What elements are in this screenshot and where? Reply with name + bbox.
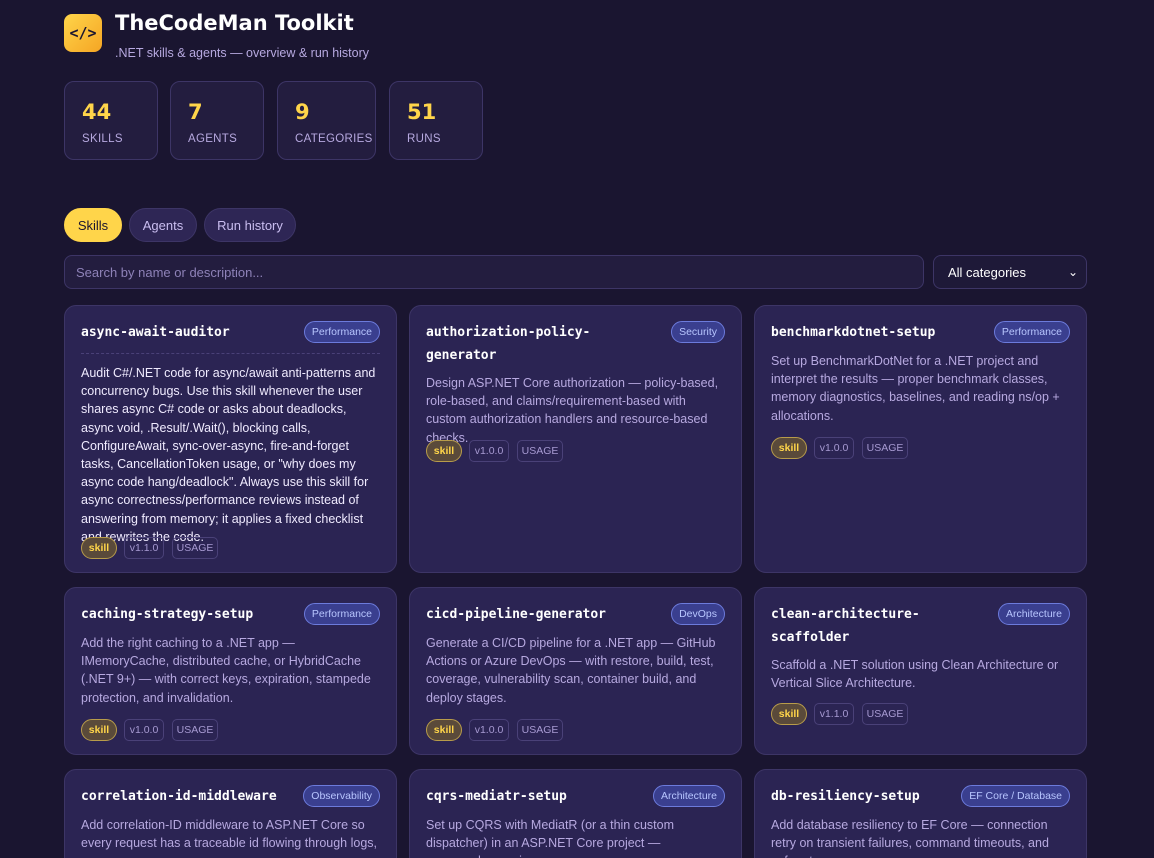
- chevron-down-icon: ⌄: [1067, 265, 1078, 279]
- stat-categories: 9 CATEGORIES: [277, 81, 376, 160]
- category-badge: Performance: [303, 321, 380, 343]
- stat-label: RUNS: [407, 133, 441, 145]
- category-badge: DevOps: [671, 603, 725, 625]
- skill-card[interactable]: clean-architecture-scaffolder Architectu…: [754, 587, 1087, 755]
- tab-run-history[interactable]: Run history: [204, 208, 296, 242]
- type-badge: skill: [426, 440, 462, 462]
- skill-card[interactable]: async-await-auditor Performance Audit C#…: [64, 305, 397, 573]
- version-badge: v1.0.0: [814, 437, 854, 459]
- category-badge: Performance: [303, 603, 380, 625]
- card-name: cicd-pipeline-generator: [426, 607, 607, 622]
- search-input[interactable]: [64, 255, 924, 289]
- stat-value: 51: [407, 100, 437, 124]
- stat-skills: 44 SKILLS: [64, 81, 158, 160]
- card-meta: skill v1.1.0 USAGE: [771, 703, 1071, 725]
- version-badge: v1.1.0: [124, 537, 164, 559]
- card-name: db-resiliency-setup: [771, 789, 920, 804]
- version-badge: v1.1.0: [814, 703, 854, 725]
- card-description: Scaffold a .NET solution using Clean Arc…: [771, 658, 1059, 691]
- stat-label: CATEGORIES: [295, 133, 373, 145]
- stat-value: 7: [188, 100, 203, 124]
- page-subtitle: .NET skills & agents — overview & run hi…: [115, 46, 370, 60]
- skill-card[interactable]: caching-strategy-setup Performance Add t…: [64, 587, 397, 755]
- card-name: benchmarkdotnet-setup: [771, 325, 936, 340]
- card-meta: skill v1.0.0 USAGE: [81, 719, 381, 741]
- card-description: Add correlation-ID middleware to ASP.NET…: [81, 818, 378, 851]
- category-select[interactable]: All categories ⌄: [933, 255, 1087, 289]
- card-description: Set up CQRS with MediatR (or a thin cust…: [426, 818, 675, 858]
- usage-link[interactable]: USAGE: [172, 537, 218, 559]
- category-badge: Architecture: [652, 785, 725, 807]
- card-name: async-await-auditor: [81, 325, 230, 340]
- card-description: Add database resiliency to EF Core — con…: [771, 818, 1049, 858]
- card-name: correlation-id-middleware: [81, 789, 277, 804]
- card-name: authorization-policy-generator: [426, 325, 591, 363]
- version-badge: v1.0.0: [469, 440, 509, 462]
- type-badge: skill: [81, 719, 117, 741]
- card-meta: skill v1.0.0 USAGE: [426, 719, 726, 741]
- category-badge: Architecture: [997, 603, 1070, 625]
- stat-agents: 7 AGENTS: [170, 81, 264, 160]
- skill-card[interactable]: cqrs-mediatr-setup Architecture Set up C…: [409, 769, 742, 858]
- category-select-value: All categories: [948, 264, 1027, 280]
- tab-agents[interactable]: Agents: [129, 208, 197, 242]
- usage-link[interactable]: USAGE: [517, 719, 563, 741]
- usage-link[interactable]: USAGE: [172, 719, 218, 741]
- card-name: clean-architecture-scaffolder: [771, 607, 920, 645]
- app-header: </> TheCodeMan Toolkit .NET skills & age…: [64, 11, 664, 64]
- usage-link[interactable]: USAGE: [862, 437, 908, 459]
- card-name: cqrs-mediatr-setup: [426, 789, 567, 804]
- stat-label: AGENTS: [188, 133, 238, 145]
- page-title: TheCodeMan Toolkit: [115, 11, 354, 35]
- type-badge: skill: [771, 703, 807, 725]
- version-badge: v1.0.0: [469, 719, 509, 741]
- stat-value: 9: [295, 100, 310, 124]
- type-badge: skill: [426, 719, 462, 741]
- card-description: Generate a CI/CD pipeline for a .NET app…: [426, 636, 716, 705]
- category-badge: EF Core / Database: [961, 785, 1070, 807]
- usage-link[interactable]: USAGE: [862, 703, 908, 725]
- card-description: Set up BenchmarkDotNet for a .NET projec…: [771, 354, 1060, 423]
- type-badge: skill: [81, 537, 117, 559]
- skill-card[interactable]: cicd-pipeline-generator DevOps Generate …: [409, 587, 742, 755]
- version-badge: v1.0.0: [124, 719, 164, 741]
- stat-value: 44: [82, 100, 112, 124]
- skill-card[interactable]: authorization-policy-generator Security …: [409, 305, 742, 573]
- stat-label: SKILLS: [82, 133, 123, 145]
- card-meta: skill v1.1.0 USAGE: [81, 537, 381, 559]
- category-badge: Security: [671, 321, 725, 343]
- card-name: caching-strategy-setup: [81, 607, 254, 622]
- stats-bar: 44 SKILLS 7 AGENTS 9 CATEGORIES 51 RUNS: [64, 81, 524, 161]
- category-badge: Performance: [993, 321, 1070, 343]
- skill-card[interactable]: benchmarkdotnet-setup Performance Set up…: [754, 305, 1087, 573]
- type-badge: skill: [771, 437, 807, 459]
- card-description: Design ASP.NET Core authorization — poli…: [426, 376, 719, 445]
- skill-card[interactable]: db-resiliency-setup EF Core / Database A…: [754, 769, 1087, 858]
- code-icon: </>: [64, 14, 102, 52]
- card-divider: [81, 353, 380, 354]
- tab-skills[interactable]: Skills: [64, 208, 122, 242]
- stat-runs: 51 RUNS: [389, 81, 483, 160]
- card-description: Audit C#/.NET code for async/await anti-…: [81, 366, 376, 544]
- card-description: Add the right caching to a .NET app — IM…: [81, 636, 371, 705]
- category-badge: Observability: [303, 785, 380, 807]
- tab-bar: Skills Agents Run history: [64, 208, 364, 242]
- card-meta: skill v1.0.0 USAGE: [771, 437, 1071, 459]
- usage-link[interactable]: USAGE: [517, 440, 563, 462]
- skill-card[interactable]: correlation-id-middleware Observability …: [64, 769, 397, 858]
- card-meta: skill v1.0.0 USAGE: [426, 440, 726, 462]
